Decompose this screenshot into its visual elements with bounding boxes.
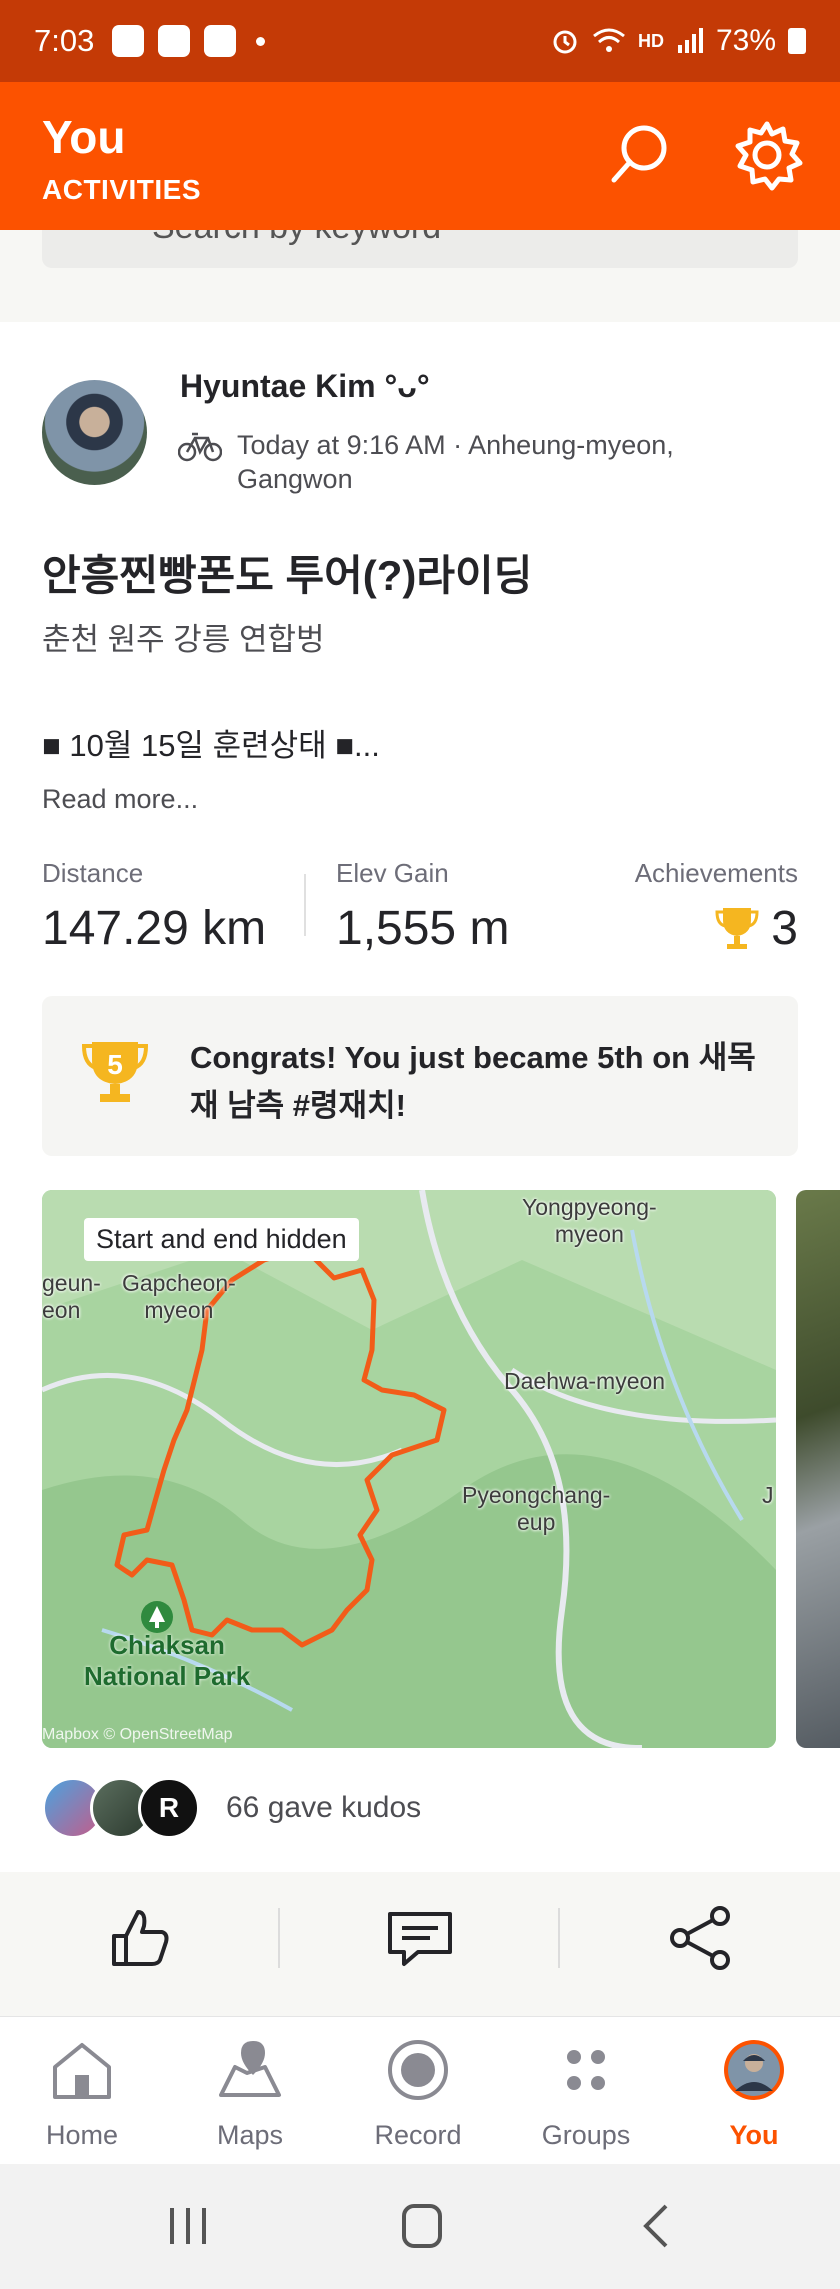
kudos-thumbs-up-icon[interactable] (104, 1902, 176, 1974)
read-more-link[interactable]: Read more... (42, 784, 198, 815)
map-place-label: Pyeongchang-eup (462, 1482, 611, 1535)
map-place-label: Yongpyeong-myeon (522, 1194, 657, 1247)
map-place-label: geun-eon (42, 1270, 101, 1323)
activity-description: 춘천 원주 강릉 연합벙 (42, 622, 325, 657)
recents-icon[interactable] (158, 2200, 218, 2252)
tab-record[interactable]: Record (348, 2037, 488, 2151)
stat-achievements: Achievements 3 (635, 858, 798, 956)
map-place-label: Daehwa-myeon (504, 1368, 666, 1394)
stat-divider (304, 874, 306, 936)
stat-value: 1,555 m (336, 902, 510, 955)
route-map[interactable]: Start and end hidden Yongpyeong-myeon ge… (42, 1190, 776, 1748)
rank-number: 5 (107, 1049, 123, 1080)
search-input[interactable]: Search by keyword (42, 230, 798, 268)
stat-elev-gain: Elev Gain 1,555 m (336, 858, 509, 956)
battery-percent: 73% (715, 24, 776, 57)
avatar-icon (724, 2040, 784, 2100)
search-icon[interactable] (602, 118, 674, 190)
hd-voice-icon: HD (637, 30, 664, 51)
page-subtitle: ACTIVITIES (42, 174, 202, 205)
tab-label: Maps (216, 2120, 284, 2150)
app-header: You ACTIVITIES (0, 82, 840, 230)
stat-label: Distance (42, 858, 144, 888)
activity-card[interactable]: Hyuntae Kim °ᴗ° Today at 9:16 AM · Anheu… (0, 322, 840, 1872)
stat-label: Achievements (634, 858, 798, 888)
signal-icon (677, 28, 703, 53)
athlete-name[interactable]: Hyuntae Kim °ᴗ° (180, 368, 430, 405)
map-attribution: Mapbox © OpenStreetMap (42, 1726, 233, 1743)
notification-app-icon (158, 25, 191, 57)
segment-achievement-banner[interactable]: 5 Congrats! You just became 5th on 새목재 남… (42, 996, 798, 1156)
bike-icon (178, 432, 222, 462)
share-icon[interactable] (664, 1902, 736, 1974)
congrats-message: Congrats! You just became 5th on 새목재 남측 … (190, 1040, 756, 1123)
athlete-avatar[interactable] (42, 380, 147, 485)
tab-maps[interactable]: Maps (180, 2037, 320, 2151)
stat-value: 147.29 km (42, 902, 267, 955)
tab-home[interactable]: Home (12, 2037, 152, 2151)
tab-label: Groups (541, 2120, 631, 2150)
activity-description-more: ■ 10월 15일 훈련상태 ■... (42, 728, 380, 763)
gear-icon[interactable] (730, 118, 804, 192)
map-place-label: J (762, 1482, 774, 1508)
map-icon (219, 2041, 281, 2097)
map-place-label: Gapcheon-myeon (122, 1270, 236, 1323)
kudos-row[interactable]: R 66 gave kudos (42, 1777, 422, 1839)
bottom-tab-bar: Home Maps Record Groups You (0, 2016, 840, 2164)
tab-groups[interactable]: Groups (516, 2037, 656, 2151)
home-nav-icon[interactable] (392, 2200, 452, 2252)
status-bar: 7:03 HD 73% (0, 0, 840, 82)
trophy-icon: 5 (82, 1042, 148, 1102)
tab-you[interactable]: You (684, 2037, 824, 2151)
notification-app-icon (112, 25, 145, 57)
home-icon (53, 2043, 111, 2099)
privacy-label: Start and end hidden (84, 1218, 359, 1261)
wifi-icon (593, 28, 625, 52)
record-icon (388, 2040, 448, 2100)
comment-icon[interactable] (384, 1902, 456, 1974)
notification-app-icon (204, 25, 237, 57)
groups-icon (567, 2050, 605, 2090)
activity-meta: Today at 9:16 AM · Anheung-myeon, Gangwo… (237, 430, 674, 494)
action-divider (278, 1908, 280, 1968)
system-nav-bar (0, 2164, 840, 2289)
alarm-icon (553, 30, 577, 54)
back-icon[interactable] (628, 2200, 688, 2252)
activity-actions (0, 1872, 840, 2002)
achievements-count: 3 (771, 902, 798, 955)
activity-photo-thumbnail[interactable] (796, 1190, 840, 1748)
stat-value-row: 3 (635, 901, 798, 956)
stat-label: Elev Gain (336, 858, 449, 888)
activity-title[interactable]: 안흥찐빵폰도 투어(?)라이딩 (42, 542, 532, 603)
tab-label: Home (45, 2120, 119, 2150)
tab-label: You (729, 2120, 779, 2150)
tab-label: Record (374, 2120, 462, 2150)
battery-icon (788, 28, 806, 54)
notification-dot-icon (256, 36, 266, 46)
park-icon (141, 1601, 173, 1633)
status-time: 7:03 (34, 23, 95, 58)
action-divider (558, 1908, 560, 1968)
page-title: You (42, 111, 126, 163)
kudos-avatar: R (138, 1777, 200, 1839)
stat-distance: Distance 147.29 km (42, 858, 266, 956)
map-park-label: Chiaksan National Park (84, 1630, 251, 1691)
trophy-icon (715, 907, 759, 949)
kudos-count: 66 gave kudos (226, 1791, 422, 1824)
search-placeholder: Search by keyword (152, 230, 441, 247)
